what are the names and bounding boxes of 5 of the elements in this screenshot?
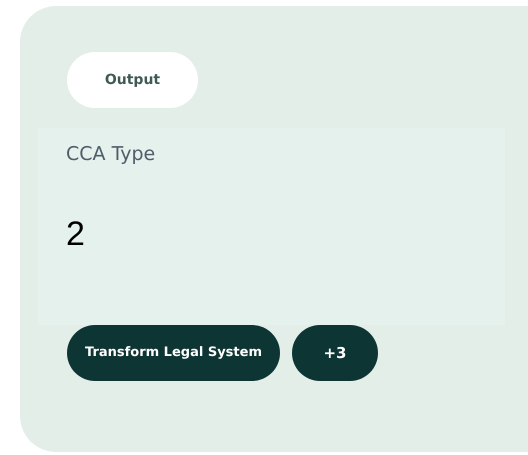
output-button[interactable]: Output xyxy=(67,52,198,108)
tag-chip[interactable]: Transform Legal System xyxy=(67,325,280,381)
more-tags-button[interactable]: +3 xyxy=(292,325,378,381)
field-value: 2 xyxy=(66,216,86,250)
field-label: CCA Type xyxy=(66,142,156,167)
